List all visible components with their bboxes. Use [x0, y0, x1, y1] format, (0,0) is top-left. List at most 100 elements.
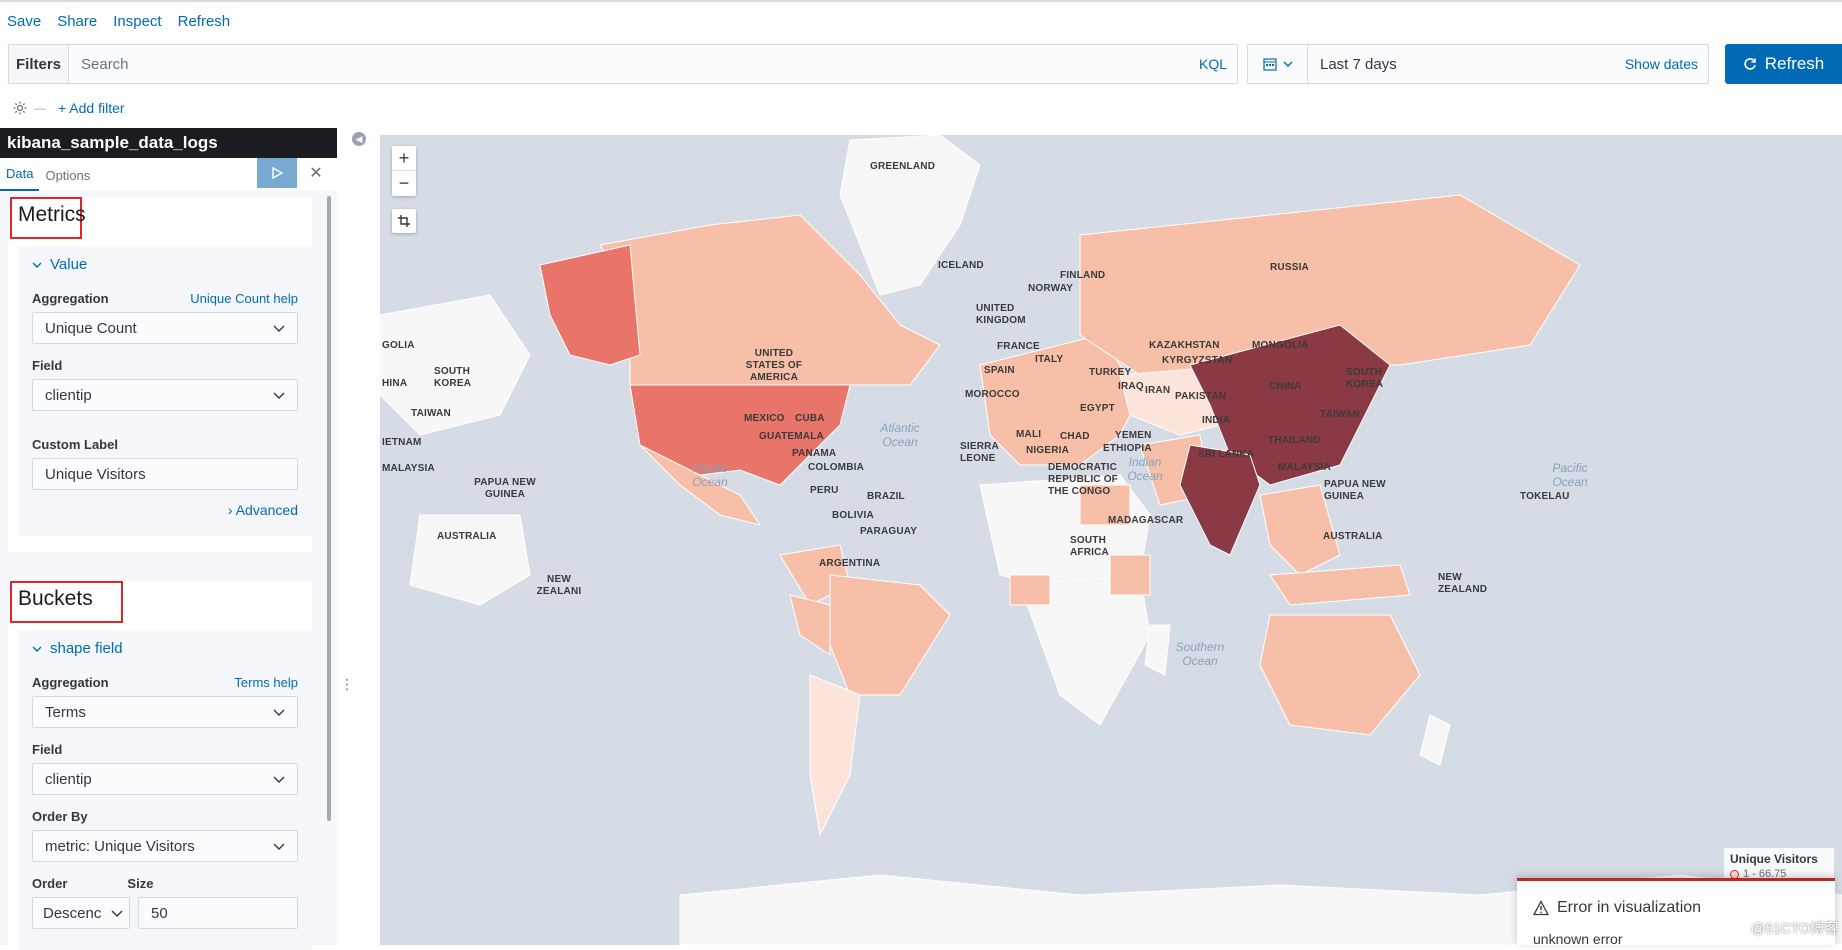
- label-brazil: BRAZIL: [867, 491, 905, 502]
- map-legend: Unique Visitors 1 - 66.75: [1724, 848, 1834, 880]
- fit-data-bounds-button[interactable]: [392, 209, 416, 233]
- label-iceland: ICELAND: [938, 260, 984, 271]
- label-sri-lanka: SRI LANKA: [1198, 449, 1255, 460]
- label-south-korea-east: SOUTH KOREA: [1346, 367, 1384, 390]
- label-panama: PANAMA: [792, 448, 837, 459]
- label-new-zealand-east: NEW ZEALAND: [1438, 572, 1488, 595]
- advanced-toggle[interactable]: › Advanced: [18, 490, 312, 518]
- bucket-aggregation-select[interactable]: Terms: [32, 696, 298, 728]
- aggregation-label: Aggregation: [32, 291, 109, 306]
- label-yemen: YEMEN: [1115, 430, 1152, 441]
- metrics-panel: Metrics Value Aggregation Unique Count h…: [8, 197, 312, 552]
- field-select[interactable]: clientip: [32, 379, 298, 411]
- editor-sidebar: kibana_sample_data_logs Data Options ✕ M…: [0, 128, 354, 950]
- label-mali: MALI: [1016, 429, 1042, 440]
- refresh-button-label: Refresh: [1764, 54, 1825, 73]
- label-ethiopia: ETHIOPIA: [1103, 443, 1152, 454]
- label-turkey: TURKEY: [1089, 367, 1132, 378]
- tab-options[interactable]: Options: [39, 168, 96, 191]
- inspect-link[interactable]: Inspect: [113, 13, 161, 30]
- country-peru: [789, 594, 831, 656]
- label-new-zealand-west: NEW ZEALANI: [536, 574, 582, 597]
- bucket-aggregation-value: Terms: [45, 703, 86, 721]
- label-spain: SPAIN: [984, 365, 1015, 376]
- metric-card-title: Value: [50, 256, 88, 273]
- bucket-field-value: clientip: [45, 770, 92, 788]
- label-india: INDIA: [1202, 415, 1231, 426]
- search-input[interactable]: [69, 45, 1189, 83]
- add-filter-button[interactable]: + Add filter: [58, 100, 125, 116]
- label-paraguay: PARAGUAY: [860, 526, 918, 537]
- bucket-card-title: shape field: [50, 640, 123, 657]
- custom-label-input[interactable]: Unique Visitors: [32, 458, 298, 490]
- label-china-west: HINA: [382, 378, 408, 389]
- order-select[interactable]: Descenc: [32, 897, 130, 929]
- label-iran: IRAN: [1145, 385, 1171, 396]
- gear-icon[interactable]: [12, 100, 28, 116]
- chevron-left-icon: ◀: [355, 133, 363, 144]
- label-pacific-ocean-east: Pacific Ocean: [1552, 461, 1588, 489]
- label-vietnam-west: IETNAM: [382, 437, 422, 448]
- aggregation-select[interactable]: Unique Count: [32, 312, 298, 344]
- refresh-button[interactable]: Refresh: [1725, 44, 1842, 84]
- collapse-sidebar-button[interactable]: ◀: [352, 132, 366, 146]
- label-egypt: EGYPT: [1080, 403, 1115, 414]
- order-by-value: metric: Unique Visitors: [45, 837, 195, 855]
- refresh-icon: [1744, 58, 1756, 70]
- label-france: FRANCE: [997, 341, 1040, 352]
- apply-changes-button[interactable]: [257, 158, 297, 188]
- chevron-down-icon: [1283, 61, 1292, 67]
- label-tokelau-east: TOKELAU: [1520, 491, 1570, 502]
- resize-handle[interactable]: ⋮: [340, 676, 354, 693]
- label-pakistan: PAKISTAN: [1175, 391, 1227, 402]
- kql-toggle[interactable]: KQL: [1189, 56, 1237, 72]
- bucket-field-select[interactable]: clientip: [32, 763, 298, 795]
- date-picker: Last 7 days Show dates: [1247, 44, 1709, 84]
- toast-title: Error in visualization: [1557, 899, 1702, 916]
- label-argentina: ARGENTINA: [819, 558, 881, 569]
- terms-help-link[interactable]: Terms help: [234, 675, 298, 690]
- metric-card-toggle[interactable]: Value: [18, 246, 312, 283]
- region-map[interactable]: GREENLAND ICELAND FINLAND NORWAY UNITED …: [380, 135, 1842, 945]
- label-nigeria: NIGERIA: [1026, 445, 1070, 456]
- divider: —: [34, 101, 46, 115]
- chevron-down-icon: [32, 646, 42, 652]
- order-by-select[interactable]: metric: Unique Visitors: [32, 830, 298, 862]
- country-india: [1179, 444, 1261, 556]
- label-atlantic-ocean: Atlantic Ocean: [880, 421, 920, 449]
- tab-data[interactable]: Data: [0, 166, 40, 191]
- sidebar-scrollbar[interactable]: [327, 196, 331, 821]
- zoom-out-button[interactable]: −: [392, 171, 416, 196]
- order-by-label: Order By: [32, 809, 88, 824]
- show-dates-link[interactable]: Show dates: [1625, 56, 1708, 72]
- discard-button[interactable]: ✕: [305, 162, 327, 184]
- plus-icon: +: [398, 147, 410, 168]
- label-mexico: MEXICO: [744, 413, 785, 424]
- size-input[interactable]: 50: [138, 897, 298, 929]
- field-label: Field: [32, 358, 63, 373]
- calendar-icon: [1262, 58, 1277, 71]
- share-link[interactable]: Share: [57, 13, 97, 30]
- play-icon: [272, 167, 283, 179]
- zoom-in-button[interactable]: +: [392, 146, 416, 171]
- country-ethiopia: [1109, 554, 1151, 596]
- refresh-link[interactable]: Refresh: [178, 13, 231, 30]
- save-link[interactable]: Save: [7, 13, 41, 30]
- country-greenland: [839, 135, 981, 296]
- buckets-title: Buckets: [10, 581, 123, 623]
- warning-icon: [1533, 900, 1549, 916]
- watermark: @51CTO博客: [1751, 920, 1839, 936]
- chevron-down-icon: [273, 776, 285, 783]
- label-chad: CHAD: [1060, 431, 1090, 442]
- bucket-card-toggle[interactable]: shape field: [18, 630, 312, 667]
- quick-select-button[interactable]: [1248, 45, 1308, 83]
- custom-label-label: Custom Label: [32, 437, 118, 452]
- filters-label[interactable]: Filters: [9, 45, 69, 83]
- date-range-text[interactable]: Last 7 days: [1308, 56, 1625, 73]
- unique-count-help-link[interactable]: Unique Count help: [190, 291, 298, 306]
- minus-icon: −: [398, 173, 410, 193]
- label-russia: RUSSIA: [1270, 262, 1309, 273]
- label-greenland: GREENLAND: [870, 161, 936, 172]
- field-value: clientip: [45, 386, 92, 404]
- label-cuba: CUBA: [795, 413, 825, 424]
